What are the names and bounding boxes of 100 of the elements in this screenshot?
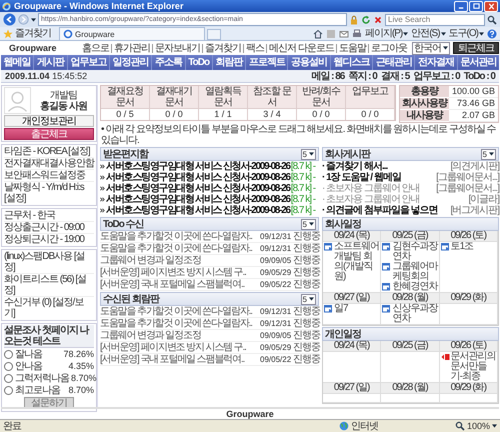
calendar-icon: [324, 305, 333, 313]
task-link[interactable]: 도움말을 추가할것 이곳에 쓴다-열람자..: [100, 318, 260, 329]
event-link[interactable]: 소프트웨어개발팀 회의(개발직원): [334, 242, 380, 282]
radio-button[interactable]: [4, 362, 13, 371]
panel-title[interactable]: 수신된 회람판: [103, 294, 159, 304]
status-text: 완료: [3, 420, 21, 432]
header-link[interactable]: 도움말: [336, 44, 368, 52]
setting-link[interactable]: 근무처 - 한국: [4, 210, 94, 222]
chevron-icon: [100, 175, 105, 180]
setting-link[interactable]: 화이트리스트 (56) [설정]: [4, 274, 94, 297]
mail-link[interactable]: 서버호스팅영구임대형 서비스 신청서-2009-08-26: [106, 161, 290, 172]
language-select[interactable]: 한국어: [412, 42, 450, 54]
check-in-button[interactable]: 출근체크: [4, 128, 94, 140]
event-link[interactable]: 신상우과장 연차: [392, 304, 438, 324]
home-icon[interactable]: [312, 28, 323, 38]
calendar-icon: [382, 243, 392, 251]
setting-link[interactable]: 타임존 - KOREA [설정]: [4, 146, 94, 158]
toolbar-menu[interactable]: 페이지(P): [364, 28, 408, 39]
task-link[interactable]: 도움말을 추가할것 이곳에 쓴다-열람자..: [100, 306, 260, 317]
calendar-cell: [323, 394, 382, 403]
close-button[interactable]: [484, 0, 498, 12]
task-link[interactable]: 그룹웨어 변경과 일정조정: [100, 255, 260, 266]
caret-icon[interactable]: [31, 18, 36, 22]
mail-link[interactable]: 서버호스팅영구임대형 서비스 신청서-2009-08-26: [106, 194, 290, 205]
maximize-button[interactable]: [469, 0, 483, 12]
task-link[interactable]: 도움말을 추가할것 이곳에 쓴다-열람자..: [100, 231, 260, 242]
header-link[interactable]: 팩스: [243, 44, 266, 52]
count-select[interactable]: 5: [300, 148, 316, 160]
setting-link[interactable]: 보안패스워드설정중: [4, 170, 94, 182]
caret-icon: [443, 46, 448, 50]
day-header: 09/24 (목): [323, 231, 382, 242]
browser-tab[interactable]: Groupware: [59, 27, 205, 40]
count-select[interactable]: 5: [300, 218, 316, 230]
radio-button[interactable]: [4, 350, 13, 359]
post-link[interactable]: · 의견글에 첨부파일을 넣으면: [322, 205, 450, 216]
panel-title[interactable]: 회사게시판: [325, 148, 370, 160]
checkout-button[interactable]: 퇴근체크: [453, 42, 499, 54]
due-date: 09/05/29: [260, 342, 292, 353]
event-link[interactable]: 한혜경연차: [392, 282, 438, 292]
favorites-menu[interactable]: 즐겨찾기: [15, 28, 51, 39]
event-link[interactable]: 그룹웨어마케팅회의: [392, 262, 438, 282]
radio-button[interactable]: [4, 374, 13, 383]
panel-title[interactable]: 개인일정: [325, 328, 361, 340]
post-link[interactable]: · 초보자용 그룹웨어 안내: [322, 183, 436, 194]
task-link[interactable]: [서버운영] 페이지변조 방지 시스템 구..: [100, 267, 260, 278]
help-icon[interactable]: [487, 28, 497, 38]
refresh-icon[interactable]: [361, 14, 371, 24]
search-icon[interactable]: [487, 14, 497, 24]
task-link[interactable]: [서버운영] 국내 포털메일 스팸블럭여..: [100, 354, 260, 365]
mail-link[interactable]: 서버호스팅영구임대형 서비스 신청서-2009-08-26: [106, 183, 290, 194]
toolbar-menu[interactable]: 안전(S): [411, 28, 446, 39]
nav-item[interactable]: 웹메일: [1, 55, 34, 70]
count-select[interactable]: 5: [480, 148, 496, 160]
task-link[interactable]: 도움말을 추가할것 이곳에 쓴다-열람자..: [100, 243, 260, 254]
setting-link[interactable]: 정상퇴근시간 - 19:00: [4, 234, 94, 245]
panel-title[interactable]: 받은편지함: [103, 148, 148, 160]
event-link[interactable]: 일7: [334, 304, 380, 314]
count-select[interactable]: 5: [300, 294, 316, 304]
mail-icon[interactable]: [338, 28, 349, 38]
header-link[interactable]: 즐겨찾기: [202, 44, 244, 52]
table-cell: 1 / 1: [198, 109, 248, 120]
event-link[interactable]: 문서관리의 문서만들기-최종: [450, 352, 496, 382]
due-date: 09/12/31: [260, 318, 292, 329]
setting-link[interactable]: (linux)스팸DB사용 [설정]: [4, 251, 94, 274]
calendar-cell: [440, 394, 498, 403]
toolbar-menu[interactable]: 도구(O): [448, 28, 484, 39]
post-link[interactable]: · 1장 도움말 / 웹메일: [322, 172, 436, 183]
radio-button[interactable]: [4, 386, 13, 395]
event-link[interactable]: 김현수과장 연차: [392, 242, 438, 262]
profile-settings-button[interactable]: 개인정보관리: [4, 115, 94, 127]
task-link[interactable]: 그룹웨어 변경과 일정조정: [100, 330, 260, 341]
table-header: 반려/회수 문서: [296, 86, 346, 109]
event-link[interactable]: 토1조: [450, 242, 496, 252]
star-icon[interactable]: [3, 28, 13, 38]
table-cell: 2.07 GB: [448, 110, 498, 122]
setting-link[interactable]: 수신거부 (0) [설정/보기]: [4, 297, 94, 319]
search-field[interactable]: Live Search: [385, 14, 485, 26]
stop-icon[interactable]: [373, 14, 383, 24]
lock-icon[interactable]: [349, 14, 359, 24]
back-icon[interactable]: [3, 13, 16, 26]
header-link[interactable]: 문자보내기: [152, 44, 202, 52]
minimize-button[interactable]: [454, 0, 468, 12]
mail-link[interactable]: 서버호스팅영구임대형 서비스 신청서-2009-08-26: [106, 205, 290, 216]
header-link[interactable]: 홈으로: [80, 44, 112, 52]
mail-link[interactable]: 서버호스팅영구임대형 서비스 신청서-2009-08-26: [106, 172, 290, 183]
header-link[interactable]: 로그아웃: [368, 44, 409, 52]
setting-link[interactable]: 정상출근시간 - 09:00: [4, 222, 94, 234]
task-link[interactable]: [서버운영] 페이지변조 방지 시스템 구..: [100, 342, 260, 353]
printer-icon[interactable]: [352, 28, 362, 38]
header-link[interactable]: 메신저 다운로드: [266, 44, 336, 52]
setting-link[interactable]: 날짜형식 - Y/m/d H:i:s [설정]: [4, 182, 94, 204]
setting-link[interactable]: 전자결재대결사용안함: [4, 158, 94, 170]
zoom-control[interactable]: 100%: [454, 420, 497, 432]
day-header: 09/25 (금): [381, 231, 440, 242]
panel-title[interactable]: 회사일정: [325, 218, 361, 230]
post-link[interactable]: · 초보자용 그룹웨어 안내: [322, 194, 468, 205]
header-link[interactable]: 휴가관리: [111, 44, 152, 52]
task-link[interactable]: [서버운영] 국내 포털메일 스팸블럭여..: [100, 279, 260, 290]
panel-title[interactable]: ToDo 수신: [103, 218, 144, 230]
post-link[interactable]: · 즐겨찾기 해서...: [322, 161, 450, 172]
